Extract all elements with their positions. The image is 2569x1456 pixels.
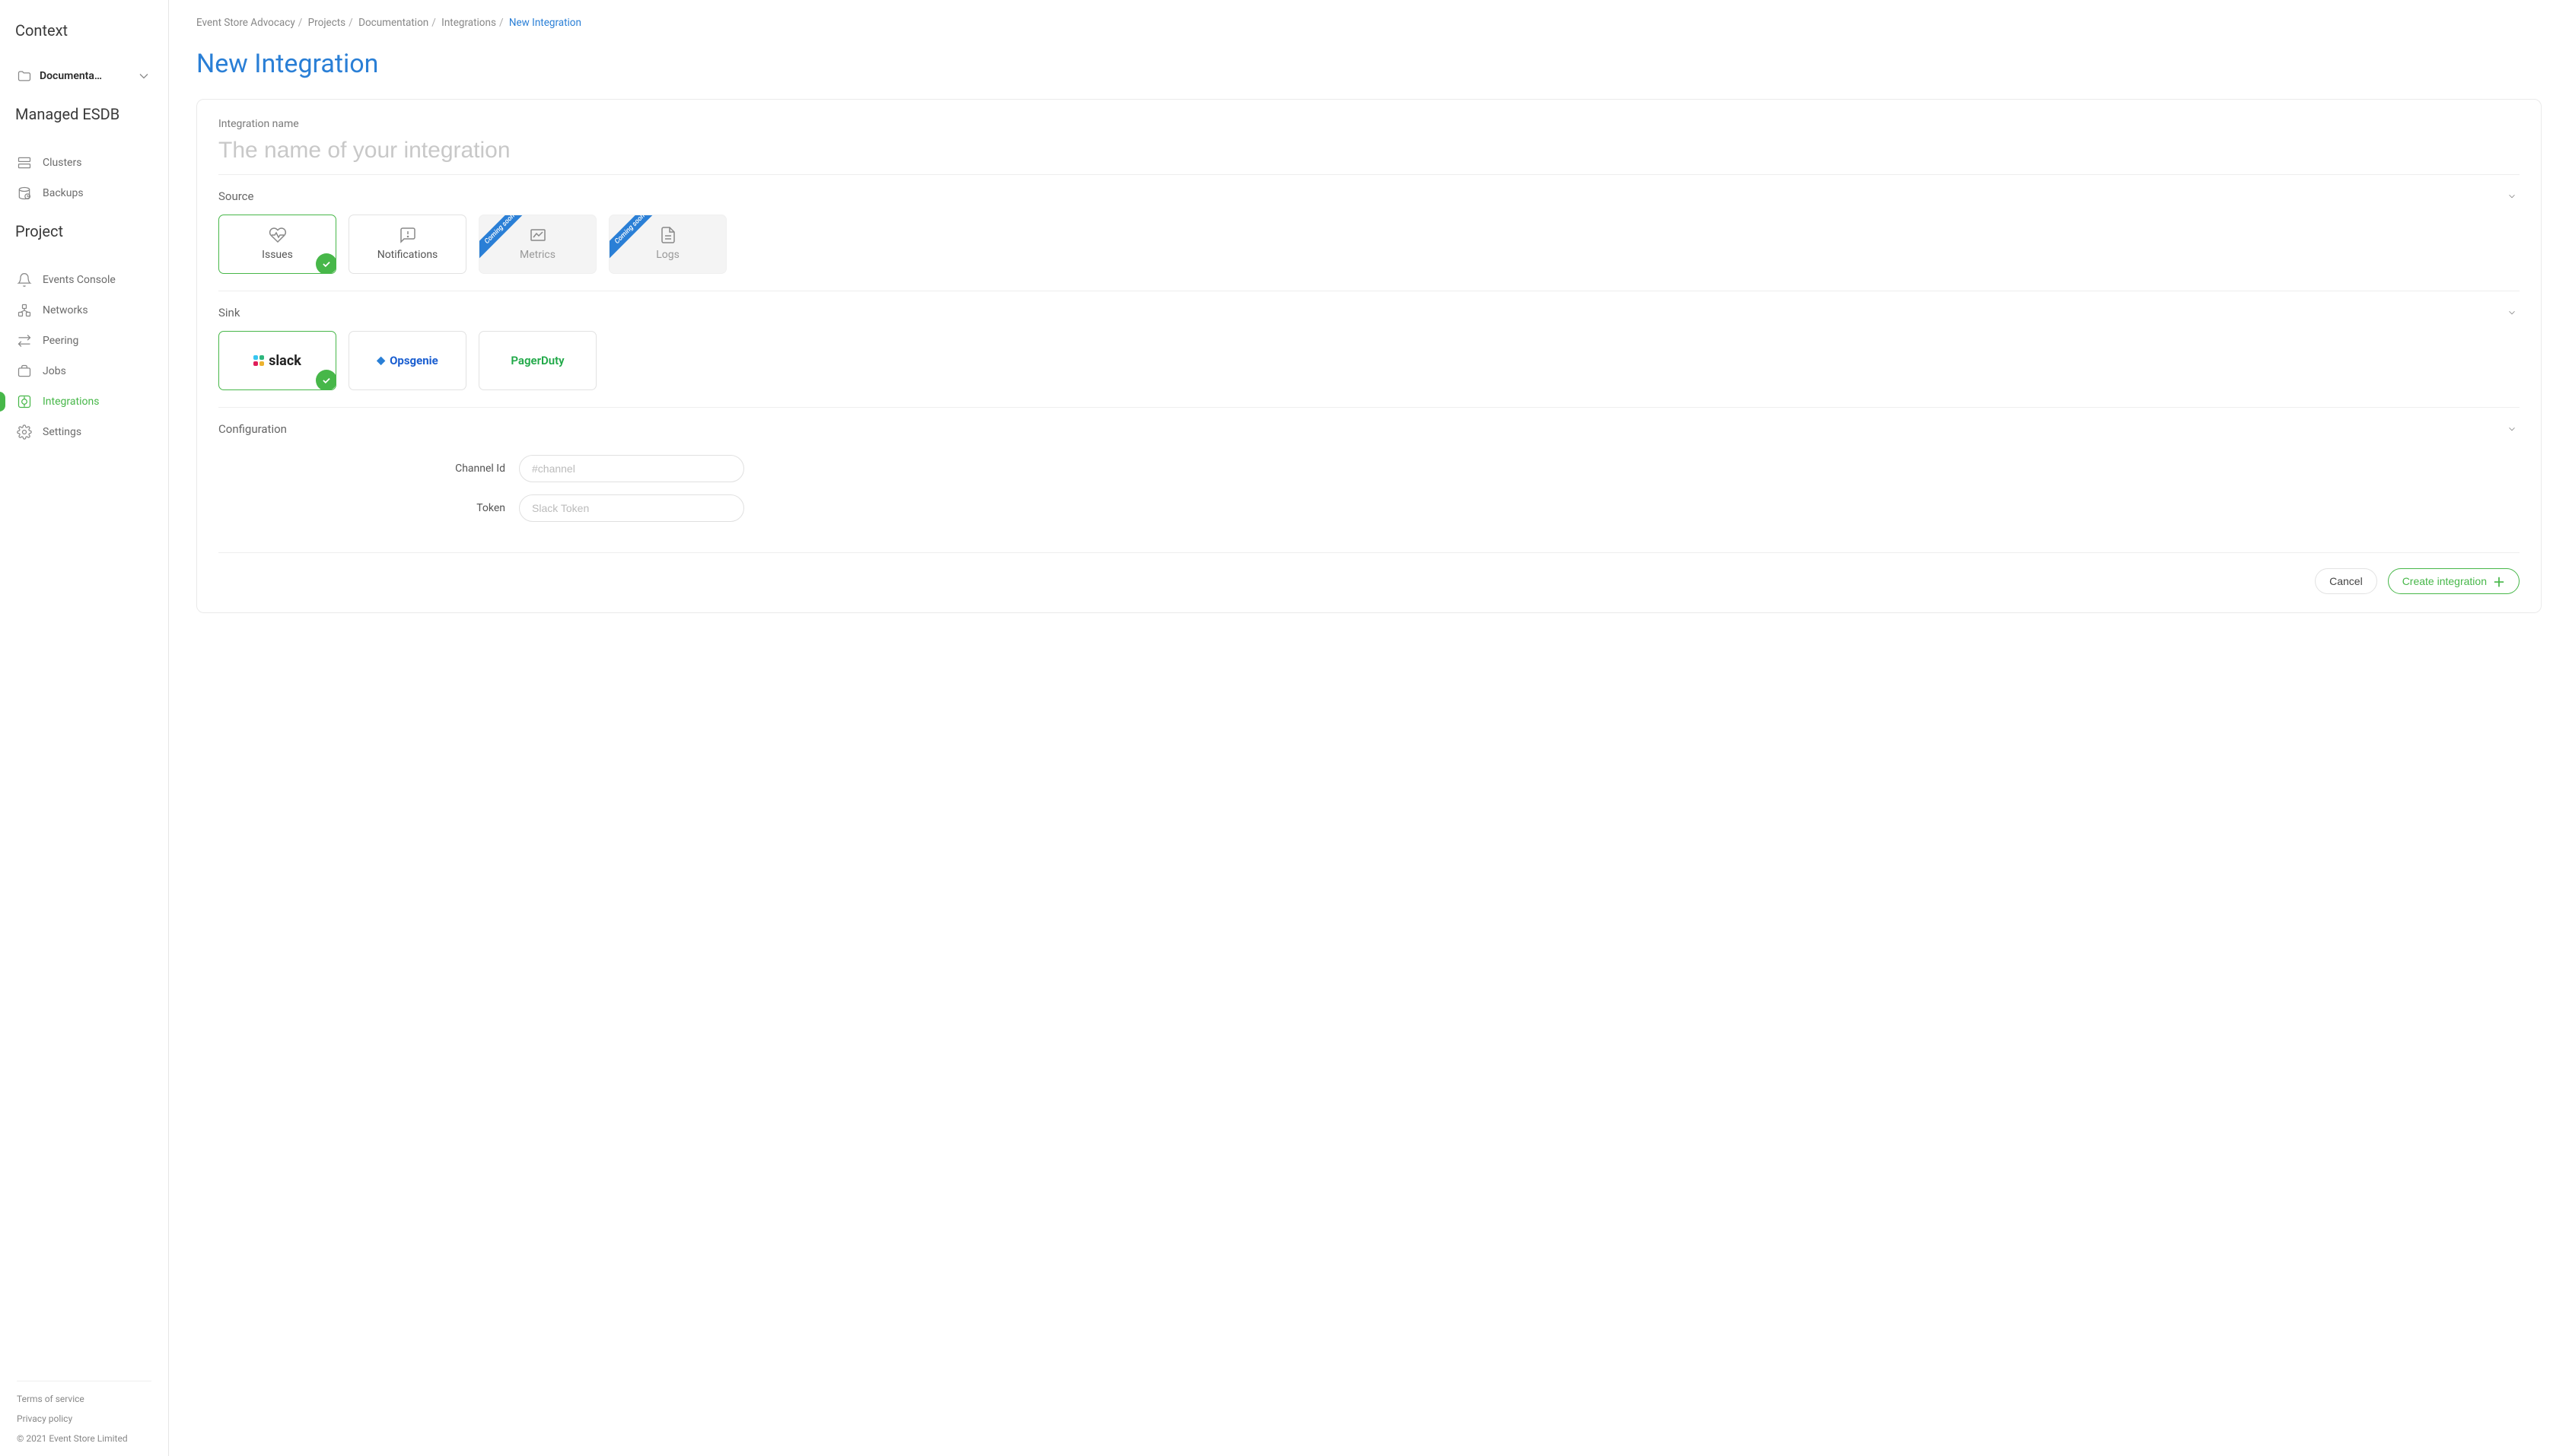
form-panel: Integration name Source Issues [196, 99, 2542, 613]
sidebar: Context Documenta… Managed ESDB Clusters… [0, 0, 169, 1456]
card-label: Logs [656, 249, 680, 261]
config-section-header[interactable]: Configuration [218, 408, 2520, 447]
source-label: Source [218, 189, 253, 203]
context-selector[interactable]: Documenta… [0, 64, 168, 88]
gear-icon [17, 424, 32, 440]
opsgenie-logo: ◆ Opsgenie [377, 354, 438, 367]
active-indicator [0, 392, 5, 412]
sidebar-item-label: Backups [43, 187, 84, 199]
backups-icon [17, 186, 32, 201]
check-icon [316, 370, 336, 390]
context-item-label: Documenta… [40, 70, 102, 82]
sidebar-item-peering[interactable]: Peering [0, 326, 168, 356]
logs-icon [659, 227, 677, 243]
breadcrumb-item[interactable]: Integrations [441, 17, 496, 29]
sidebar-footer: Terms of service Privacy policy © 2021 E… [0, 1381, 168, 1444]
sidebar-item-events-console[interactable]: Events Console [0, 265, 168, 295]
source-card-metrics: Coming soon Metrics [479, 215, 597, 274]
card-label: Notifications [377, 249, 438, 261]
bell-icon [17, 272, 32, 288]
privacy-link[interactable]: Privacy policy [17, 1413, 151, 1424]
metrics-icon [529, 227, 547, 243]
token-input[interactable] [519, 494, 744, 522]
peering-icon [17, 333, 32, 348]
sidebar-item-label: Clusters [43, 157, 81, 169]
project-heading: Project [15, 222, 153, 240]
terms-link[interactable]: Terms of service [17, 1394, 151, 1404]
card-label: Opsgenie [390, 354, 438, 367]
sink-section-header[interactable]: Sink [218, 291, 2520, 331]
channel-id-input[interactable] [519, 455, 744, 482]
sidebar-item-jobs[interactable]: Jobs [0, 356, 168, 386]
heartbeat-icon [269, 227, 287, 243]
opsgenie-icon: ◆ [377, 354, 385, 367]
footer-actions: Cancel Create integration ＋ [218, 553, 2520, 594]
chevron-down-icon [2504, 189, 2520, 204]
sidebar-item-networks[interactable]: Networks [0, 295, 168, 326]
briefcase-icon [17, 364, 32, 379]
card-label: Metrics [520, 249, 556, 261]
integration-name-input[interactable] [218, 133, 2520, 174]
breadcrumb-item[interactable]: Event Store Advocacy [196, 17, 295, 29]
source-cards: Issues Notifications Coming soon Metrics [218, 215, 2520, 291]
sidebar-item-label: Jobs [43, 365, 66, 377]
sink-label: Sink [218, 306, 240, 319]
check-icon [316, 253, 336, 274]
breadcrumb-item[interactable]: Projects [308, 17, 346, 29]
plus-icon: ＋ [2493, 572, 2505, 590]
sink-card-slack[interactable]: slack [218, 331, 336, 390]
card-label: PagerDuty [511, 354, 564, 367]
sidebar-item-label: Peering [43, 335, 78, 347]
chevron-down-icon [2504, 421, 2520, 437]
breadcrumb-current: New Integration [509, 17, 581, 29]
source-section-header[interactable]: Source [218, 175, 2520, 215]
sidebar-item-clusters[interactable]: Clusters [0, 148, 168, 178]
sink-card-pagerduty[interactable]: PagerDuty [479, 331, 597, 390]
sidebar-item-integrations[interactable]: Integrations [0, 386, 168, 417]
page-title: New Integration [196, 49, 2542, 79]
pagerduty-logo: PagerDuty [511, 354, 564, 367]
breadcrumb: Event Store Advocacy/ Projects/ Document… [196, 17, 2542, 29]
card-label: Issues [262, 249, 293, 261]
notification-icon [399, 227, 417, 243]
config-label: Configuration [218, 422, 287, 436]
breadcrumb-item[interactable]: Documentation [358, 17, 428, 29]
integrations-icon [17, 394, 32, 409]
chevron-down-icon [136, 68, 151, 84]
channel-id-label: Channel Id [218, 463, 519, 475]
chevron-down-icon [2504, 305, 2520, 320]
network-icon [17, 303, 32, 318]
main-content: Event Store Advocacy/ Projects/ Document… [169, 0, 2569, 1456]
sidebar-item-label: Networks [43, 304, 88, 316]
card-label: slack [269, 353, 301, 369]
source-card-logs: Coming soon Logs [609, 215, 727, 274]
context-heading: Context [15, 21, 153, 40]
sidebar-item-backups[interactable]: Backups [0, 178, 168, 208]
source-card-issues[interactable]: Issues [218, 215, 336, 274]
slack-logo: slack [253, 353, 301, 369]
source-card-notifications[interactable]: Notifications [349, 215, 466, 274]
integration-name-label: Integration name [218, 118, 2520, 130]
sidebar-item-label: Settings [43, 426, 81, 438]
sidebar-item-label: Events Console [43, 274, 116, 286]
copyright: © 2021 Event Store Limited [17, 1433, 151, 1444]
folder-icon [17, 68, 32, 84]
managed-heading: Managed ESDB [15, 105, 153, 123]
sidebar-item-label: Integrations [43, 396, 99, 408]
sidebar-item-settings[interactable]: Settings [0, 417, 168, 447]
clusters-icon [17, 155, 32, 170]
config-form: Channel Id Token [218, 447, 2520, 552]
cancel-button[interactable]: Cancel [2315, 568, 2377, 594]
create-integration-button[interactable]: Create integration ＋ [2388, 568, 2520, 594]
sink-card-opsgenie[interactable]: ◆ Opsgenie [349, 331, 466, 390]
token-label: Token [218, 502, 519, 514]
sink-cards: slack ◆ Opsgenie PagerDuty [218, 331, 2520, 407]
